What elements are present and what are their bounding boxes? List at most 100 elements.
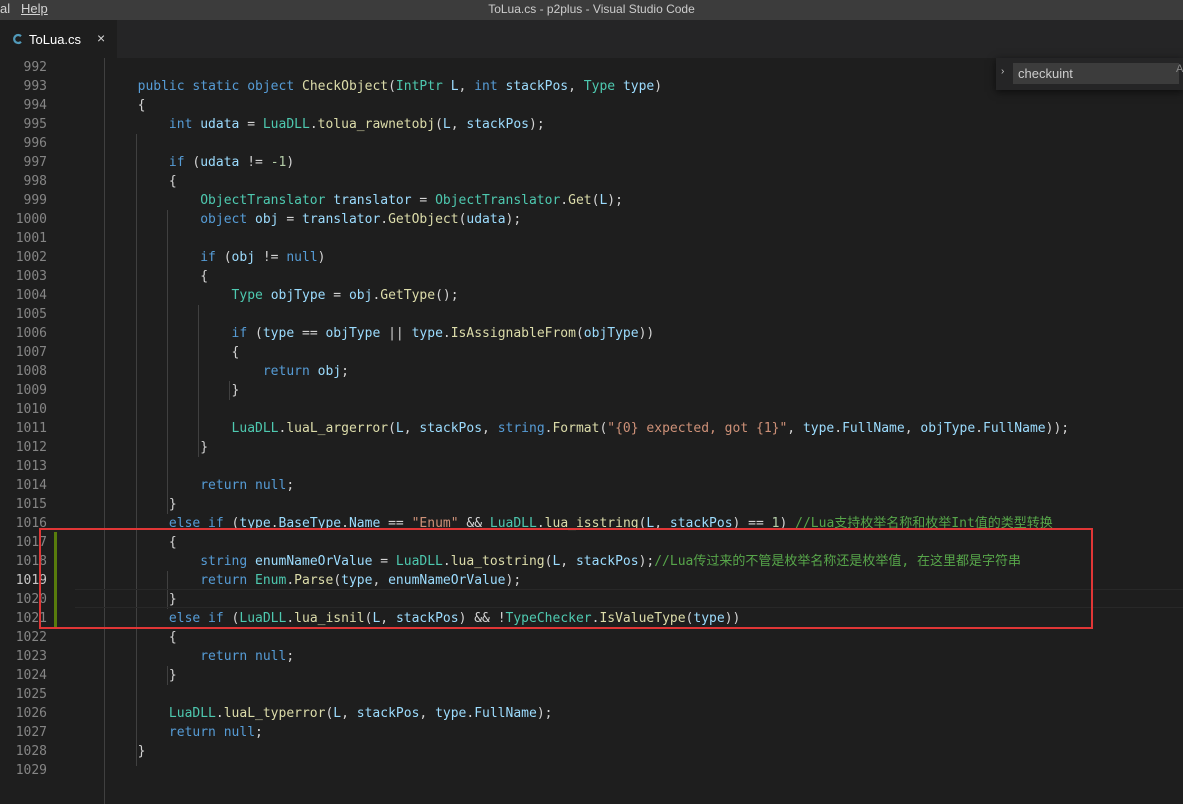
code-token: . [536,516,545,531]
code-token: , [372,573,389,588]
code-line[interactable]: 1023 return null; [0,647,1183,666]
code-token: . [286,573,295,588]
code-token: type [693,611,725,626]
code-token: enumNameOrValue [255,554,373,569]
code-line[interactable]: 1014 return null; [0,476,1183,495]
code-text: Type objType = obj.GetType(); [75,286,459,305]
line-number: 1020 [15,592,47,607]
code-line[interactable]: 1006 if (type == objType || type.IsAssig… [0,324,1183,343]
code-line[interactable]: 1001 [0,229,1183,248]
code-line[interactable]: 1010 [0,400,1183,419]
line-number: 993 [23,79,47,94]
line-number: 1021 [15,611,47,626]
code-token: { [75,630,177,645]
tab-tolua-cs[interactable]: ToLua.cs × [0,20,117,58]
code-text: } [75,438,208,457]
code-text: { [75,533,177,552]
code-line[interactable]: 1009 } [0,381,1183,400]
code-line[interactable]: 997 if (udata != -1) [0,153,1183,172]
line-number: 1024 [15,668,47,683]
code-token: } [75,744,146,759]
find-widget: › [996,58,1183,90]
code-line[interactable]: 1007 { [0,343,1183,362]
code-token: L [450,79,459,94]
code-line[interactable]: 1005 [0,305,1183,324]
code-token: Name [348,516,381,531]
line-number: 1022 [15,630,47,645]
code-line[interactable]: 1020 } [0,590,1183,609]
code-token: . [341,516,349,531]
code-token: , [380,611,396,626]
code-line[interactable]: 994 { [0,96,1183,115]
code-token: Type [231,288,263,303]
code-token: type [262,326,295,341]
code-line[interactable]: 1017 { [0,533,1183,552]
code-token: ); [638,554,655,569]
code-text: return obj; [75,362,349,381]
title-bar: al Help ToLua.cs - p2plus - Visual Studi… [0,0,1183,20]
code-token: enumNameOrValue [388,573,506,588]
code-line[interactable]: 1028 } [0,742,1183,761]
code-line[interactable]: 1018 string enumNameOrValue = LuaDLL.lua… [0,552,1183,571]
code-token: TypeChecker [505,611,592,626]
line-number: 1010 [15,402,47,417]
code-token: obj [255,212,279,227]
line-number: 1019 [15,573,47,588]
code-token: stackPos [395,611,459,626]
code-line[interactable]: 1016 else if (type.BaseType.Name == "Enu… [0,514,1183,533]
code-editor[interactable]: 992 993 public static object CheckObject(… [0,58,1183,804]
code-line[interactable]: 1012 } [0,438,1183,457]
code-line[interactable]: 1003 { [0,267,1183,286]
code-text: return null; [75,647,294,666]
code-token: return null [200,478,287,493]
code-line[interactable]: 1004 Type objType = obj.GetType(); [0,286,1183,305]
code-line[interactable]: 1029 [0,761,1183,780]
code-token: FullName [842,421,905,436]
line-number: 1027 [15,725,47,740]
code-token: luaL_argerror [286,421,389,436]
code-text: int udata = LuaDLL.tolua_rawnetobj(L, st… [75,115,545,134]
code-line[interactable]: 999 ObjectTranslator translator = Object… [0,191,1183,210]
code-line[interactable]: 1000 object obj = translator.GetObject(u… [0,210,1183,229]
code-token: GetObject [388,212,459,227]
code-line[interactable]: 1015 } [0,495,1183,514]
match-case-option[interactable]: A [1176,63,1183,75]
code-token: if [200,250,224,265]
close-icon[interactable]: × [97,30,105,46]
find-input[interactable] [1013,63,1179,84]
code-token: . [834,421,843,436]
code-line[interactable]: 1024 } [0,666,1183,685]
code-text: else if (type.BaseType.Name == "Enum" &&… [75,514,1053,533]
code-token: LuaDLL [239,611,287,626]
code-line[interactable]: 1025 [0,685,1183,704]
line-number: 1015 [15,497,47,512]
code-line[interactable]: 1022 { [0,628,1183,647]
code-token: int [168,117,201,132]
line-number: 992 [23,60,47,75]
line-number: 1023 [15,649,47,664]
code-line[interactable]: 998 { [0,172,1183,191]
expand-replace-icon[interactable]: › [1001,66,1004,77]
code-line[interactable]: 1026 LuaDLL.luaL_typerror(L, stackPos, t… [0,704,1183,723]
code-token: != [255,250,287,265]
code-text: ObjectTranslator translator = ObjectTran… [75,191,623,210]
code-line[interactable]: 1008 return obj; [0,362,1183,381]
code-line[interactable]: 996 [0,134,1183,153]
code-line[interactable]: 1021 else if (LuaDLL.lua_isnil(L, stackP… [0,609,1183,628]
code-line[interactable]: 995 int udata = LuaDLL.tolua_rawnetobj(L… [0,115,1183,134]
code-token: ObjectTranslator [435,193,561,208]
code-line[interactable]: 1011 LuaDLL. luaL_argerror(L, stackPos, s… [0,419,1183,438]
code-token: stackPos [669,516,733,531]
code-line[interactable]: 1027 return null; [0,723,1183,742]
code-line[interactable]: 1013 [0,457,1183,476]
code-line[interactable]: 1019 return Enum.Parse(type, enumNameOrV… [0,571,1183,590]
line-number: 1006 [15,326,47,341]
code-token: LuaDLL [231,421,279,436]
csharp-file-icon [12,32,24,45]
code-line[interactable]: 1002 if (obj != null) [0,248,1183,267]
